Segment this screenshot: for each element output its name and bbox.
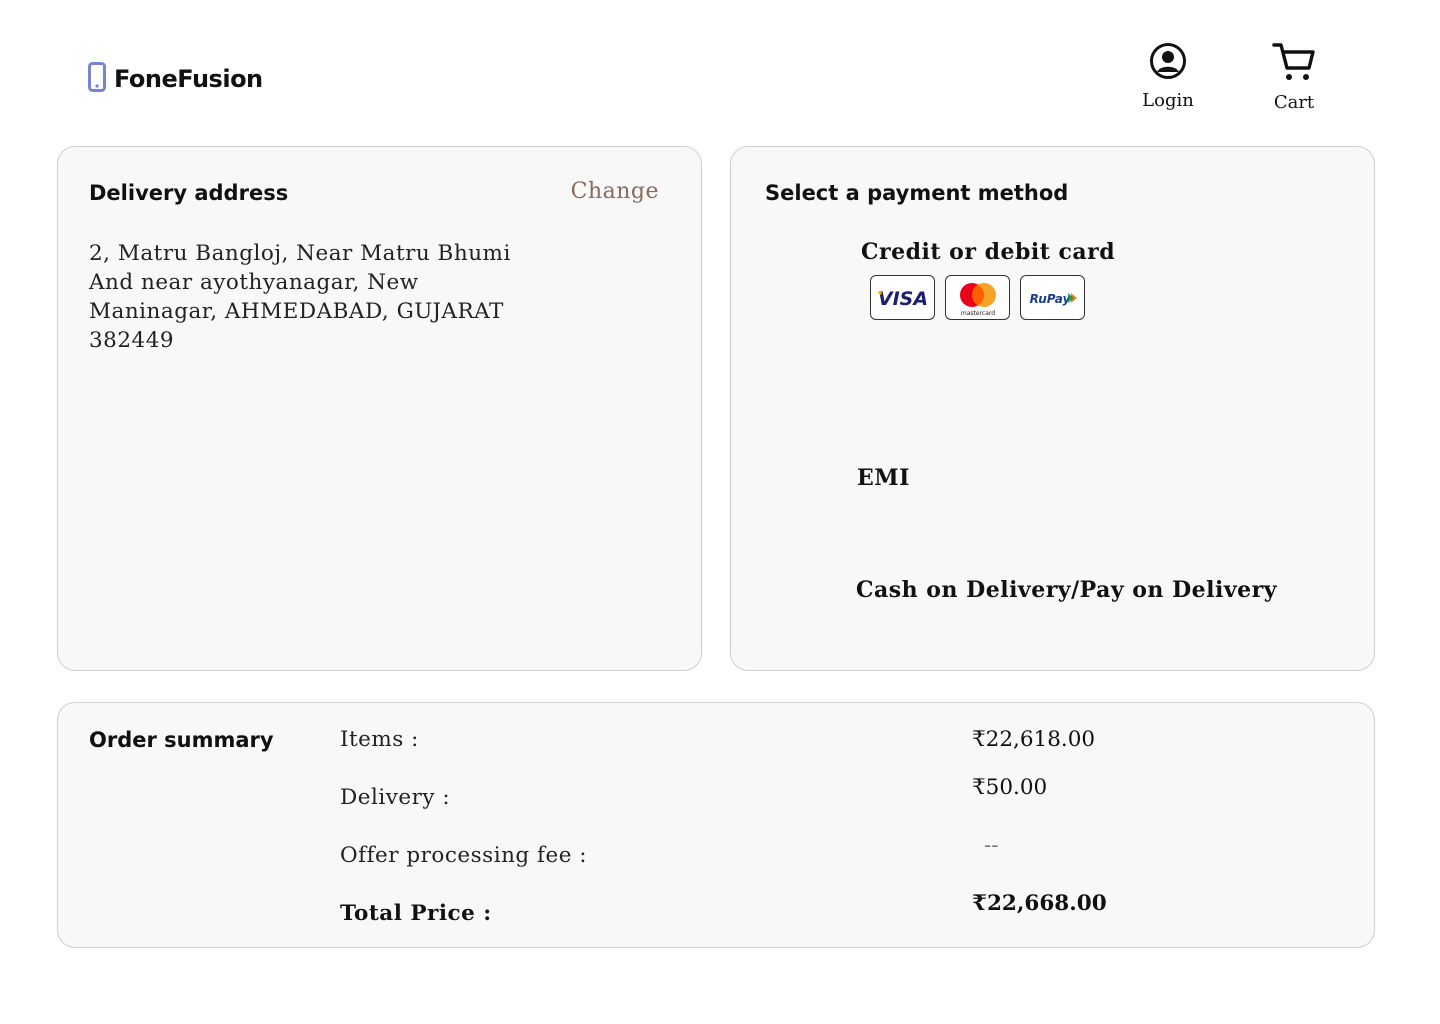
cart-icon	[1272, 42, 1316, 86]
user-icon	[1149, 42, 1187, 84]
delivery-address-title: Delivery address	[89, 181, 289, 205]
payment-method-title: Select a payment method	[765, 181, 1069, 205]
phone-icon	[88, 62, 106, 96]
order-summary-title: Order summary	[89, 728, 274, 752]
items-value: ₹22,618.00	[972, 727, 1096, 752]
total-price-label: Total Price :	[340, 901, 492, 926]
delivery-address-panel: Delivery address Change 2, Matru Bangloj…	[57, 146, 702, 671]
login-button[interactable]: Login	[1128, 42, 1208, 111]
brand-logo[interactable]: FoneFusion	[88, 62, 263, 96]
cash-on-delivery-option[interactable]: Cash on Delivery/Pay on Delivery	[856, 577, 1277, 603]
payment-method-panel: Select a payment method Credit or debit …	[730, 146, 1375, 671]
card-brand-logos: VISA mastercard RuPay	[870, 275, 1085, 320]
cart-label: Cart	[1273, 92, 1315, 113]
visa-card-icon: VISA	[870, 275, 935, 320]
credit-debit-card-option[interactable]: Credit or debit card	[861, 239, 1115, 265]
brand-name: FoneFusion	[114, 65, 263, 93]
rupay-card-icon: RuPay	[1020, 275, 1085, 320]
login-label: Login	[1142, 90, 1194, 111]
svg-text:RuPay: RuPay	[1029, 292, 1071, 306]
items-label: Items :	[340, 727, 419, 752]
offer-processing-fee-value: --	[984, 833, 999, 858]
delivery-value: ₹50.00	[972, 775, 1048, 800]
cart-button[interactable]: Cart	[1254, 42, 1334, 113]
address-text: 2, Matru Bangloj, Near Matru Bhumi And n…	[89, 241, 511, 353]
svg-text:VISA: VISA	[877, 288, 927, 310]
total-price-value: ₹22,668.00	[972, 891, 1107, 916]
svg-text:mastercard: mastercard	[960, 310, 994, 317]
mastercard-icon: mastercard	[945, 275, 1010, 320]
order-summary-panel: Order summary Items : ₹22,618.00 Deliver…	[57, 702, 1375, 948]
delivery-label: Delivery :	[340, 785, 451, 810]
change-address-link[interactable]: Change	[571, 179, 659, 204]
emi-option[interactable]: EMI	[857, 465, 910, 491]
offer-processing-fee-label: Offer processing fee :	[340, 843, 587, 868]
